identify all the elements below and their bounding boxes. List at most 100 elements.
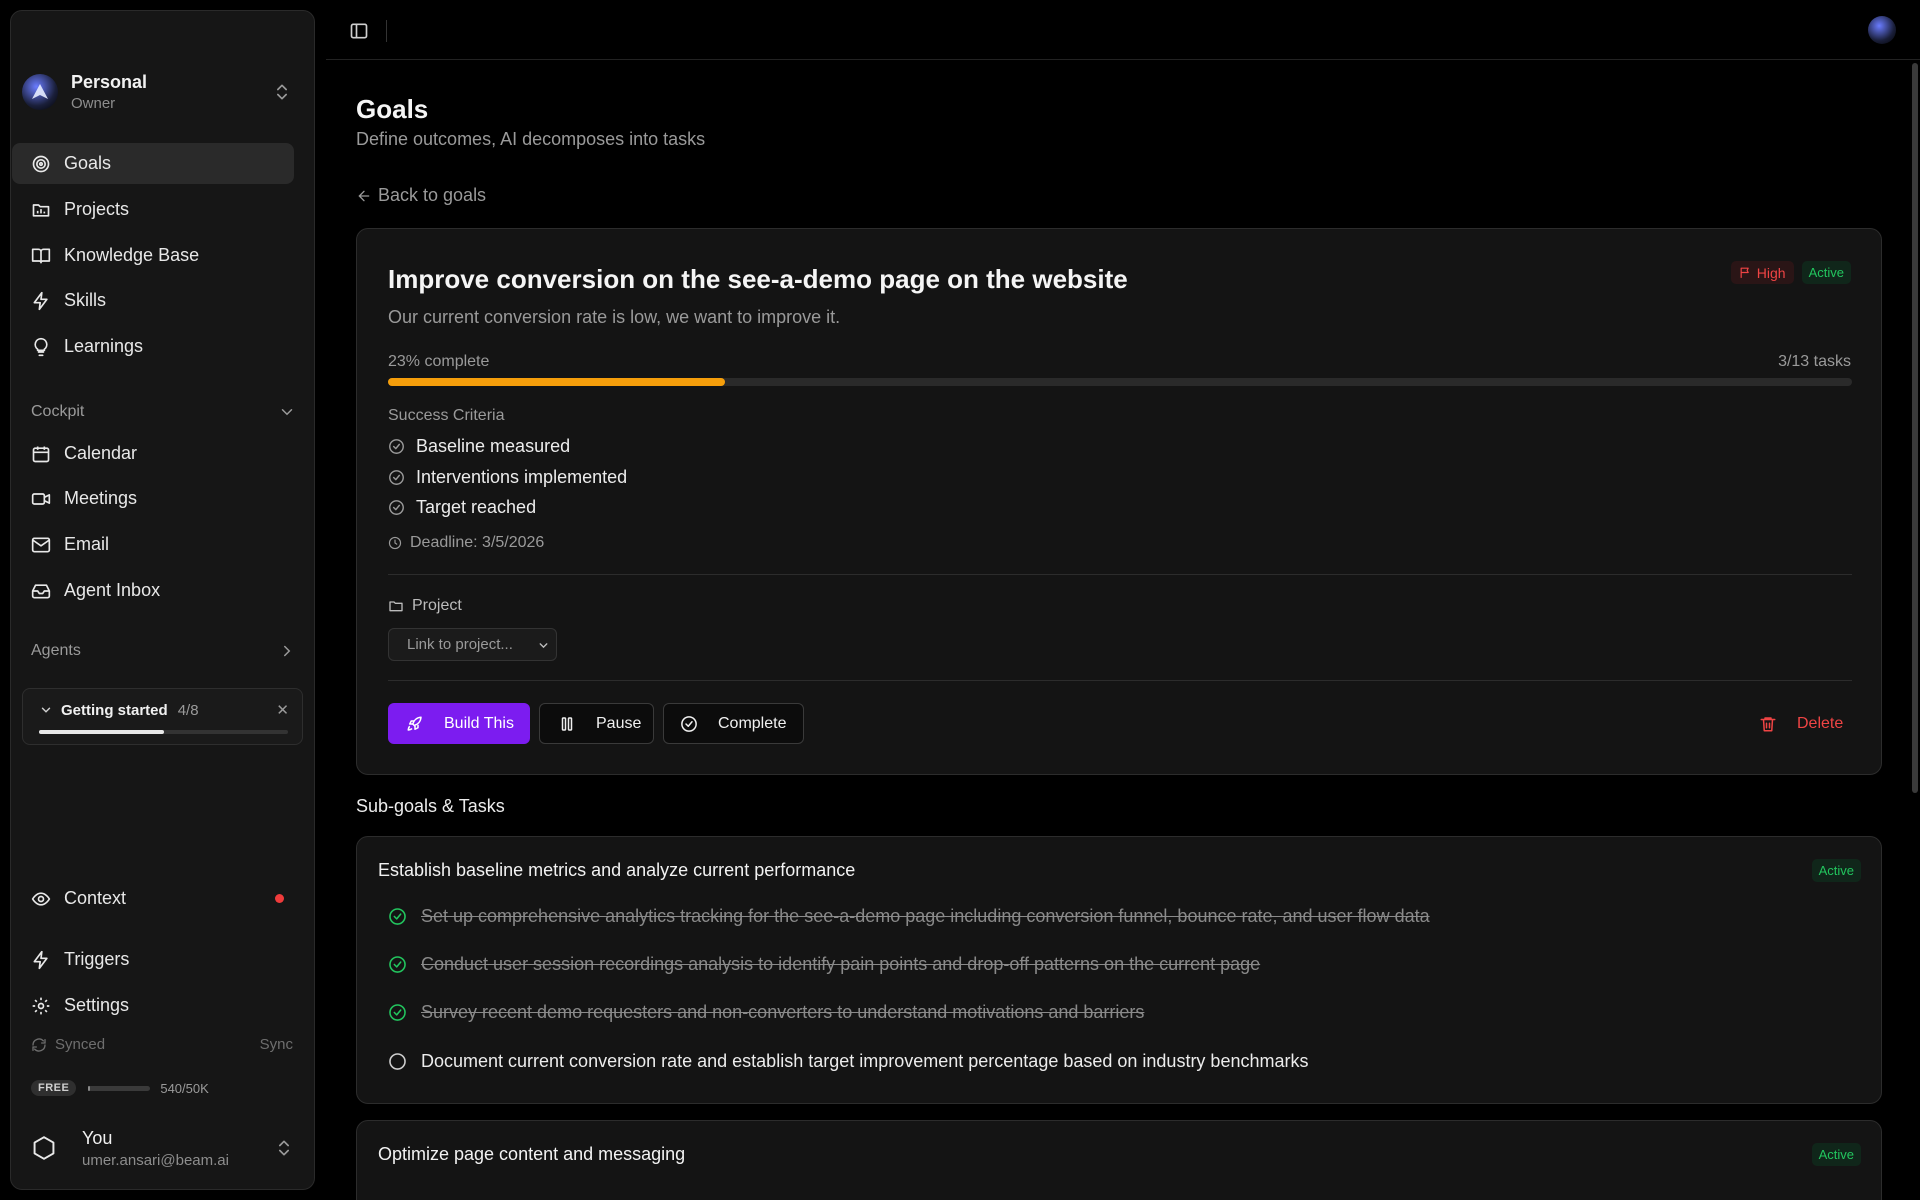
sidebar-item-calendar[interactable]: Calendar (12, 433, 294, 474)
pause-button[interactable]: Pause (539, 703, 654, 744)
chevron-right-icon (284, 645, 291, 657)
goal-description: Our current conversion rate is low, we w… (388, 307, 841, 327)
criterion-item: Interventions implemented (388, 467, 627, 488)
plan-badge: FREE (31, 1080, 77, 1096)
check-circle-icon (389, 470, 404, 485)
arrow-left-icon (358, 190, 370, 201)
sidebar-item-projects[interactable]: Projects (12, 189, 294, 230)
trash-icon (1760, 716, 1776, 731)
workspace-switcher[interactable]: Personal Owner (22, 60, 292, 124)
usage-count: 540/50K (160, 1080, 209, 1096)
task-item[interactable]: Survey recent demo requesters and non-co… (388, 1002, 1144, 1023)
page-subtitle: Define outcomes, AI decomposes into task… (356, 129, 706, 149)
sidebar-item-label: Skills (64, 290, 107, 310)
sidebar-item-label: Knowledge Base (64, 245, 200, 265)
subgoal-title: Optimize page content and messaging (378, 1144, 686, 1164)
close-icon[interactable]: ✕ (276, 701, 289, 719)
back-link[interactable]: Back to goals (356, 185, 486, 206)
goal-title: Improve conversion on the see-a-demo pag… (388, 264, 1128, 294)
notification-dot (275, 894, 284, 903)
check-circle-icon (681, 715, 697, 732)
sidebar-item-label: Projects (64, 199, 130, 219)
subgoal-card: Establish baseline metrics and analyze c… (356, 836, 1882, 1104)
eye-icon (31, 891, 51, 906)
sync-button[interactable]: Sync (260, 1036, 293, 1053)
topbar (326, 0, 1920, 60)
complete-button[interactable]: Complete (663, 703, 804, 744)
build-this-button[interactable]: Build This (388, 703, 530, 744)
goal-progress-bar (388, 378, 1852, 386)
check-circle-icon[interactable] (388, 955, 407, 974)
progress-label: 23% complete (388, 353, 490, 370)
workspace-role: Owner (71, 95, 116, 112)
sidebar-item-settings[interactable]: Settings (12, 985, 294, 1026)
cockpit-label: Cockpit (31, 403, 85, 420)
rocket-icon (407, 716, 422, 731)
workspace-name: Personal (71, 72, 148, 92)
chevrons-up-down-icon (277, 84, 287, 100)
deadline-label: Deadline: 3/5/2026 (410, 534, 545, 551)
refresh-icon (32, 1037, 46, 1052)
sidebar-item-context[interactable]: Context (12, 878, 294, 919)
sidebar-item-skills[interactable]: Skills (12, 280, 294, 321)
sidebar-item-label: Agent Inbox (64, 580, 161, 600)
agents-section-header[interactable]: Agents (31, 642, 296, 660)
task-item[interactable]: Conduct user session recordings analysis… (388, 954, 1260, 975)
cockpit-section-header[interactable]: Cockpit (31, 403, 296, 421)
getting-started-progress (39, 730, 288, 734)
mail-icon (31, 537, 51, 552)
video-icon (31, 492, 51, 505)
user-menu[interactable]: You umer.ansari@beam.ai (22, 1122, 294, 1174)
status-badge: Active (1801, 261, 1851, 284)
sidebar-item-label: Calendar (64, 443, 138, 463)
check-circle-icon[interactable] (388, 907, 407, 926)
sidebar-item-meetings[interactable]: Meetings (12, 478, 294, 519)
bolt-icon (33, 291, 48, 310)
sidebar-item-agent-inbox[interactable]: Agent Inbox (12, 570, 294, 611)
pause-icon (561, 716, 573, 731)
sidebar-item-learnings[interactable]: Learnings (12, 326, 294, 367)
criterion-item: Baseline measured (388, 436, 570, 457)
chevrons-up-down-icon (279, 1140, 289, 1156)
avatar[interactable] (1868, 16, 1896, 44)
project-select[interactable]: Link to project... (388, 628, 557, 661)
status-badge: Active (1811, 859, 1861, 882)
tasks-count: 3/13 tasks (1778, 353, 1851, 370)
sidebar-item-email[interactable]: Email (12, 524, 294, 565)
delete-button[interactable]: Delete (1741, 703, 1851, 744)
chevron-down-icon[interactable] (39, 703, 53, 717)
task-item[interactable]: Set up comprehensive analytics tracking … (388, 906, 1430, 927)
task-label: Set up comprehensive analytics tracking … (421, 906, 1430, 926)
check-circle-icon[interactable] (388, 1003, 407, 1022)
sidebar-item-label: Context (64, 888, 127, 908)
circle-icon[interactable] (388, 1052, 407, 1071)
scrollbar[interactable] (1912, 63, 1918, 793)
workspace-logo (22, 74, 58, 110)
status-badge: Active (1811, 1143, 1861, 1166)
criterion-item: Target reached (388, 497, 536, 518)
getting-started-count: 4/8 (177, 701, 199, 719)
priority-badge: High (1730, 261, 1794, 284)
avatar (22, 1135, 66, 1161)
pause-label: Pause (596, 714, 642, 732)
usage-bar-fill (88, 1085, 90, 1091)
sidebar-item-triggers[interactable]: Triggers (12, 939, 294, 980)
usage-bar (88, 1085, 151, 1091)
goal-progress-fill (388, 378, 725, 386)
plan-usage: FREE 540/50K (31, 1080, 209, 1096)
clock-icon (388, 536, 402, 550)
subgoal-title: Establish baseline metrics and analyze c… (378, 860, 856, 880)
getting-started-progress-fill (39, 730, 164, 734)
sidebar-toggle-icon[interactable] (349, 21, 369, 41)
sidebar-item-knowledge-base[interactable]: Knowledge Base (12, 235, 294, 276)
book-icon (31, 248, 51, 263)
task-label: Conduct user session recordings analysis… (421, 954, 1261, 974)
getting-started-card[interactable]: Getting started 4/8 ✕ (22, 688, 303, 745)
project-label: Project (412, 597, 462, 614)
sidebar-item-goals[interactable]: Goals (12, 143, 294, 184)
task-item[interactable]: Document current conversion rate and est… (388, 1051, 1308, 1072)
sidebar-item-label: Learnings (64, 336, 144, 356)
chevron-down-icon (281, 409, 293, 416)
folder-icon (389, 601, 403, 612)
sidebar-item-label: Email (64, 534, 110, 554)
